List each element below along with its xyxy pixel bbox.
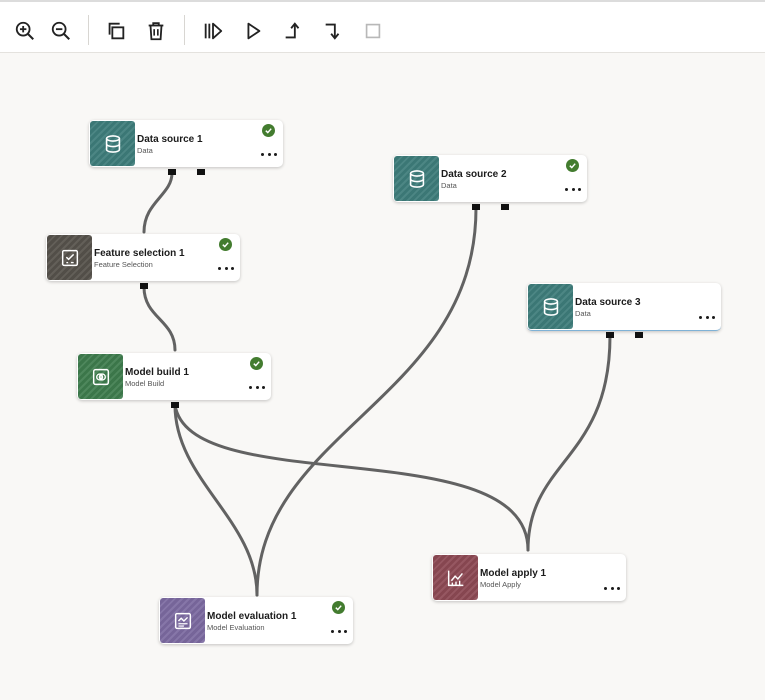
edge-fs1-mb1[interactable] (142, 285, 177, 352)
status-complete-icon (566, 159, 579, 172)
node-title: Data source 2 (441, 169, 507, 180)
stop-button[interactable] (358, 16, 388, 46)
node-title: Model evaluation 1 (207, 611, 297, 622)
copy-button[interactable] (101, 16, 131, 46)
feature-selection-icon (61, 249, 78, 266)
model-build-icon (92, 368, 109, 385)
output-port[interactable] (501, 204, 509, 210)
node-model-build-1[interactable]: Model build 1 Model Build (77, 353, 271, 408)
node-subtitle: Model Evaluation (207, 623, 265, 632)
node-title: Model build 1 (125, 367, 189, 378)
zoom-out-button[interactable] (46, 16, 76, 46)
node-data-source-1[interactable]: Data source 1 Data (89, 120, 283, 175)
node-title: Data source 3 (575, 297, 641, 308)
node-model-apply-1[interactable]: Model apply 1 Model Apply (432, 554, 626, 601)
toolbar-divider (88, 15, 89, 45)
database-icon (105, 134, 120, 153)
node-icon-tile (78, 354, 123, 399)
node-data-source-2[interactable]: Data source 2 Data (393, 155, 587, 210)
output-port[interactable] (472, 204, 480, 210)
node-menu-button[interactable] (565, 185, 581, 193)
edge-ds1-fs1[interactable] (142, 171, 174, 234)
edge-ds2-me1[interactable] (255, 206, 478, 597)
output-port[interactable] (171, 402, 179, 408)
node-icon-tile (528, 284, 573, 329)
node-icon-tile (394, 156, 439, 201)
status-complete-icon (250, 357, 263, 370)
trash-icon (148, 22, 164, 41)
node-subtitle: Data (441, 181, 457, 190)
output-port[interactable] (606, 332, 614, 338)
node-menu-button[interactable] (218, 264, 234, 272)
database-icon (543, 297, 558, 316)
copy-icon (108, 22, 125, 40)
status-complete-icon (262, 124, 275, 137)
delete-button[interactable] (141, 16, 171, 46)
evaluation-icon (174, 612, 191, 629)
node-title: Data source 1 (137, 134, 203, 145)
node-menu-button[interactable] (331, 627, 347, 635)
run-button[interactable] (238, 16, 268, 46)
edge-mb1-me1[interactable] (173, 403, 259, 597)
toolbar (0, 0, 765, 53)
zoom-in-button[interactable] (10, 16, 40, 46)
output-port[interactable] (168, 169, 176, 175)
node-feature-selection-1[interactable]: Feature selection 1 Feature Selection (46, 234, 240, 289)
arrow-down-right-icon (325, 23, 340, 40)
node-icon-tile (160, 598, 205, 643)
run-all-button[interactable] (198, 16, 228, 46)
edge-mb1-ma1[interactable] (173, 403, 530, 552)
node-menu-button[interactable] (699, 313, 715, 321)
run-from-button[interactable] (278, 16, 308, 46)
output-port[interactable] (140, 283, 148, 289)
node-title: Feature selection 1 (94, 248, 185, 259)
arrow-up-right-icon (285, 22, 300, 39)
zoom-in-icon (15, 21, 34, 40)
toolbar-divider (184, 15, 185, 45)
node-icon-tile (47, 235, 92, 280)
node-menu-button[interactable] (261, 150, 277, 158)
database-icon (409, 169, 424, 188)
play-icon (247, 22, 261, 40)
run-all-icon (204, 22, 223, 40)
zoom-out-icon (51, 21, 70, 40)
stop-icon (365, 23, 381, 39)
node-subtitle: Feature Selection (94, 260, 153, 269)
node-menu-button[interactable] (604, 584, 620, 592)
node-subtitle: Data (575, 309, 591, 318)
edge-ds3-ma1[interactable] (526, 334, 612, 552)
node-model-evaluation-1[interactable]: Model evaluation 1 Model Evaluation (159, 597, 353, 644)
workflow-connections (142, 171, 612, 597)
node-subtitle: Model Build (125, 379, 165, 388)
status-complete-icon (332, 601, 345, 614)
status-complete-icon (219, 238, 232, 251)
output-port[interactable] (635, 332, 643, 338)
node-icon-tile (90, 121, 135, 166)
node-data-source-3[interactable]: Data source 3 Data (527, 283, 721, 338)
run-to-button[interactable] (318, 16, 348, 46)
node-menu-button[interactable] (249, 383, 265, 391)
node-subtitle: Data (137, 146, 153, 155)
node-subtitle: Model Apply (480, 580, 521, 589)
output-port[interactable] (197, 169, 205, 175)
node-icon-tile (433, 555, 478, 600)
chart-icon (447, 570, 463, 586)
node-title: Model apply 1 (480, 568, 547, 579)
